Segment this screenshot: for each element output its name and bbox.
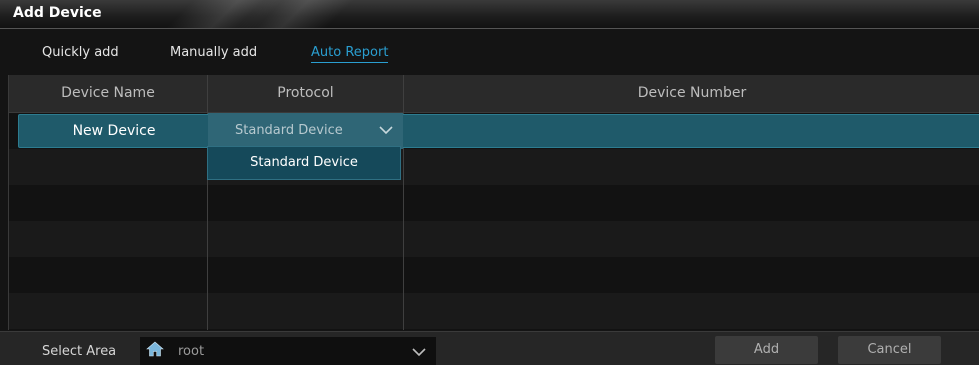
cancel-button[interactable]: Cancel: [838, 336, 941, 364]
table-row-empty: [9, 257, 979, 293]
tab-auto-report[interactable]: Auto Report: [311, 45, 389, 63]
table-header: Device Name Protocol Device Number: [9, 75, 979, 113]
protocol-option[interactable]: Standard Device: [208, 147, 400, 179]
chevron-down-icon[interactable]: [379, 125, 393, 135]
device-name-cell[interactable]: New Device: [19, 115, 209, 147]
add-device-window: Add Device Quickly add Manually add Auto…: [0, 0, 979, 365]
protocol-select[interactable]: Standard Device: [208, 113, 403, 149]
tab-bar: Quickly add Manually add Auto Report: [0, 30, 979, 70]
protocol-dropdown-list: Standard Device: [207, 146, 401, 180]
bottom-bar: Select Area root Add Cancel: [0, 331, 979, 365]
table-row-selected[interactable]: New Device: [18, 114, 979, 148]
title-bar-divider: [0, 28, 979, 29]
add-button[interactable]: Add: [715, 336, 818, 364]
table-row-empty: [9, 149, 979, 185]
column-header-device-name[interactable]: Device Name: [9, 75, 207, 112]
tab-manually-add[interactable]: Manually add: [170, 45, 257, 60]
title-bar: Add Device: [0, 0, 979, 29]
table-row-empty: [9, 185, 979, 221]
protocol-select-value: Standard Device: [235, 123, 343, 138]
chevron-down-icon[interactable]: [412, 347, 426, 357]
table-row-empty: [9, 293, 979, 329]
window-title: Add Device: [13, 5, 102, 21]
home-icon: [146, 341, 164, 357]
column-header-device-number[interactable]: Device Number: [404, 75, 979, 112]
area-select[interactable]: root: [140, 337, 436, 365]
select-area-label: Select Area: [42, 344, 117, 359]
area-select-value: root: [178, 344, 205, 359]
tab-quickly-add[interactable]: Quickly add: [42, 45, 119, 60]
table-row-empty: [9, 221, 979, 257]
device-table: Device Name Protocol Device Number New D…: [8, 75, 979, 330]
column-header-protocol[interactable]: Protocol: [208, 75, 403, 112]
